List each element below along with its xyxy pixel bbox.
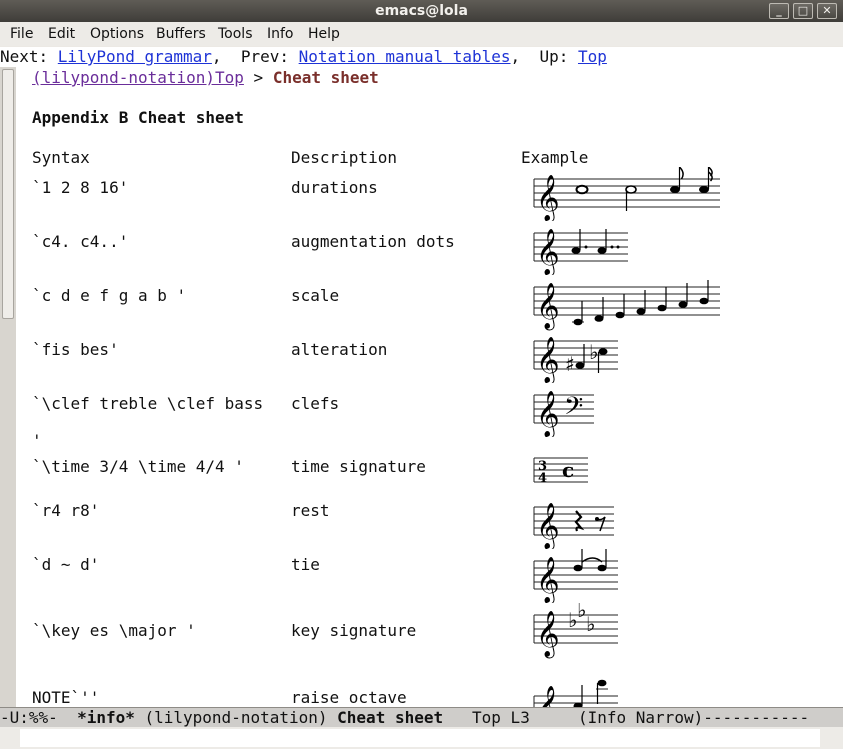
row-description: rest [291, 501, 330, 520]
durations-example-image: 𝄞 [533, 167, 720, 221]
row-description: scale [291, 286, 340, 305]
modeline-status: -U:%%- [0, 708, 78, 727]
row-description: durations [291, 178, 378, 197]
minimize-button[interactable]: _ [769, 3, 789, 19]
row-syntax: `c d e f g a b ' [32, 286, 187, 305]
breadcrumb-link[interactable]: (lilypond-notation)Top [32, 68, 244, 87]
svg-text:𝄞: 𝄞 [536, 391, 560, 437]
info-header-line: Next: LilyPond grammar, Prev: Notation m… [0, 47, 843, 67]
rest-example-image: 𝄞 [533, 503, 614, 549]
svg-text:𝄞: 𝄞 [536, 686, 560, 707]
close-button[interactable]: ✕ [817, 3, 837, 19]
menu-info[interactable]: Info [267, 22, 294, 46]
svg-text:♯: ♯ [565, 352, 575, 376]
svg-text:𝄞: 𝄞 [536, 283, 560, 331]
svg-text:♭: ♭ [586, 612, 595, 636]
row-syntax: `1 2 8 16' [32, 178, 129, 197]
row-syntax: NOTE`'' [32, 688, 100, 707]
svg-text:𝄢: 𝄢 [564, 392, 583, 427]
svg-text:4: 4 [538, 471, 547, 486]
modeline-position: Top L3 (Info Narrow)----------- [443, 708, 810, 727]
row-syntax: `r4 r8' [32, 501, 100, 520]
row-description: alteration [291, 340, 388, 359]
minimize-icon: _ [776, 4, 782, 17]
breadcrumb-separator: > [243, 68, 273, 87]
title-bar: emacs@lola _ □ ✕ [0, 0, 843, 22]
info-content: (lilypond-notation)Top > Cheat sheet App… [0, 67, 843, 707]
row-syntax: `c4. c4..' [32, 232, 129, 251]
header-separator: , [510, 47, 540, 66]
row-description: key signature [291, 621, 417, 640]
column-header-example: Example [521, 148, 589, 167]
prev-label: Prev: [240, 47, 299, 66]
up-node-link[interactable]: Top [578, 47, 607, 66]
row-syntax: `\clef treble \clef bass [32, 394, 264, 413]
clefs-example-image: 𝄞 𝄢 [533, 391, 594, 437]
menu-edit[interactable]: Edit [48, 22, 75, 46]
menu-tools[interactable]: Tools [218, 22, 253, 46]
scrollbar-thumb[interactable] [2, 69, 14, 319]
row-syntax: `fis bes' [32, 340, 119, 359]
modeline-node: Cheat sheet [337, 708, 444, 727]
menu-help[interactable]: Help [308, 22, 340, 46]
row-description: clefs [291, 394, 340, 413]
prev-node-link[interactable]: Notation manual tables [299, 47, 511, 66]
svg-text:𝄞: 𝄞 [536, 175, 560, 221]
augmentation-dots-example-image: 𝄞 [533, 229, 628, 275]
menu-file[interactable]: File [10, 22, 33, 46]
minibuffer-input[interactable] [20, 729, 820, 747]
tie-example-image: 𝄞 [533, 549, 618, 603]
close-icon: ✕ [822, 4, 832, 17]
row-syntax: `\key es \major ' [32, 621, 196, 640]
raise-octave-example-image: 𝄞 [533, 679, 618, 707]
maximize-icon: □ [797, 4, 809, 17]
page-heading: Appendix B Cheat sheet [32, 108, 244, 127]
column-header-description: Description [291, 148, 397, 167]
header-separator: , [211, 47, 241, 66]
svg-text:𝄞: 𝄞 [536, 503, 560, 549]
maximize-button[interactable]: □ [793, 3, 813, 19]
row-description: time signature [291, 457, 426, 476]
menu-bar: File Edit Options Buffers Tools Info Hel… [0, 22, 843, 46]
column-header-syntax: Syntax [32, 148, 90, 167]
svg-text:♭: ♭ [589, 340, 598, 364]
alteration-example-image: 𝄞 ♯ ♭ [533, 337, 618, 383]
modeline-file: (lilypond-notation) [134, 708, 338, 727]
scrollbar[interactable] [0, 67, 16, 707]
row-syntax: `\time 3/4 \time 4/4 ' [32, 457, 244, 476]
row-description: augmentation dots [291, 232, 455, 251]
svg-text:𝄞: 𝄞 [536, 557, 560, 603]
next-label: Next: [0, 47, 58, 66]
key-signature-example-image: 𝄞 ♭ ♭ ♭ [533, 603, 618, 659]
svg-text:𝄞: 𝄞 [536, 337, 560, 383]
up-label: Up: [539, 47, 578, 66]
minibuffer [0, 727, 843, 749]
row-description: raise octave [291, 688, 407, 707]
svg-text:c: c [562, 458, 574, 482]
menu-options[interactable]: Options [90, 22, 144, 46]
mode-line: -U:%%- *info* (lilypond-notation) Cheat … [0, 707, 843, 727]
svg-text:𝄞: 𝄞 [536, 229, 560, 275]
window-title: emacs@lola [375, 3, 468, 19]
row-syntax: `d ~ d' [32, 555, 100, 574]
breadcrumb-current: Cheat sheet [272, 68, 379, 87]
breadcrumb: (lilypond-notation)Top > Cheat sheet [32, 68, 379, 88]
modeline-buffer-name[interactable]: *info* [77, 708, 135, 727]
menu-buffers[interactable]: Buffers [156, 22, 206, 46]
row-description: tie [291, 555, 320, 574]
svg-text:𝄞: 𝄞 [536, 611, 560, 659]
row-syntax-continuation: ' [32, 431, 42, 450]
next-node-link[interactable]: LilyPond grammar [58, 47, 212, 66]
scale-example-image: 𝄞 [533, 280, 720, 331]
time-signature-example-image: 3 4 c [533, 457, 588, 486]
